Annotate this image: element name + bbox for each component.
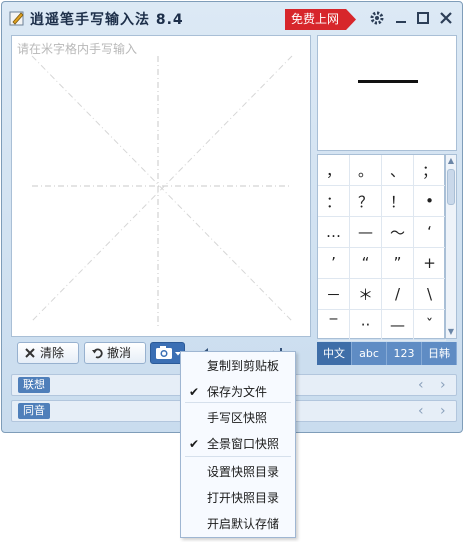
symbol-key[interactable]: 、	[382, 155, 414, 186]
mode-tab[interactable]: abc	[352, 342, 387, 365]
scroll-thumb[interactable]	[447, 169, 455, 205]
menu-item[interactable]: 打开快照目录	[181, 486, 295, 510]
menu-item-label: 设置快照目录	[207, 465, 280, 479]
association-label: 联想	[18, 377, 50, 393]
menu-item-label: 打开快照目录	[207, 491, 280, 505]
pen-icon	[9, 11, 24, 26]
symbol-key[interactable]: ’	[318, 248, 350, 279]
menu-item[interactable]: ✔ 保存为文件	[181, 380, 295, 404]
undo-button[interactable]: 撤消	[84, 342, 146, 364]
scroll-up-icon[interactable]: ▲	[446, 155, 456, 167]
snapshot-menu: 复制到剪贴板 ✔ 保存为文件手写区快照 ✔ 全景窗口快照 设置快照目录 打开快照目录 开启默认…	[180, 351, 296, 538]
symbol-key[interactable]: ”	[382, 248, 414, 279]
symbol-key[interactable]: …	[318, 217, 350, 248]
symbol-scrollbar[interactable]: ▲ ▼	[445, 154, 457, 339]
mode-tab[interactable]: 日韩	[422, 342, 457, 365]
symbol-key[interactable]: “	[350, 248, 382, 279]
homophone-prev-icon[interactable]: ‹	[418, 403, 424, 419]
symbol-key[interactable]: －	[318, 279, 350, 310]
symbol-key[interactable]: ˇ	[414, 310, 446, 341]
homophone-label: 同音	[18, 403, 50, 419]
checkmark-icon: ✔	[189, 437, 200, 451]
symbol-key[interactable]: ～	[382, 217, 414, 248]
undo-label: 撤消	[107, 346, 132, 360]
mode-tab[interactable]: 中文	[317, 342, 352, 365]
handwriting-canvas[interactable]: 请在米字格内手写输入	[11, 35, 311, 337]
undo-icon	[92, 348, 103, 359]
symbol-key[interactable]: ··	[350, 310, 382, 341]
menu-item-label: 手写区快照	[207, 411, 268, 425]
association-next-icon[interactable]: ›	[440, 377, 446, 393]
menu-item[interactable]: 设置快照目录	[181, 460, 295, 484]
menu-item-label: 保存为文件	[207, 385, 268, 399]
clear-label: 清除	[40, 346, 65, 360]
symbol-key[interactable]: ‘	[414, 217, 446, 248]
menu-separator	[185, 456, 291, 457]
title-bar[interactable]: 逍遥笔手写输入法 8.4 免费上网	[2, 2, 462, 34]
symbol-key[interactable]: 。	[350, 155, 382, 186]
homophone-next-icon[interactable]: ›	[440, 403, 446, 419]
association-prev-icon[interactable]: ‹	[418, 377, 424, 393]
recognized-preview[interactable]	[317, 35, 457, 151]
mode-tab[interactable]: 123	[387, 342, 422, 365]
menu-item[interactable]: 手写区快照	[181, 406, 295, 430]
symbol-key[interactable]: ？	[350, 186, 382, 217]
maximize-icon[interactable]	[415, 10, 431, 26]
symbol-key[interactable]: ‾	[318, 310, 350, 341]
menu-item-label: 全景窗口快照	[207, 437, 280, 451]
preview-character	[358, 80, 418, 83]
x-icon	[25, 348, 35, 358]
menu-item[interactable]: 开启默认存储	[181, 512, 295, 536]
mode-tabs: 中文 abc 123 日韩	[317, 342, 457, 365]
free-internet-button[interactable]: 免费上网	[285, 9, 356, 30]
symbol-key[interactable]: /	[382, 279, 414, 310]
menu-item-label: 复制到剪贴板	[207, 359, 280, 373]
checkmark-icon: ✔	[189, 385, 200, 399]
symbol-key[interactable]: —	[382, 310, 414, 341]
symbol-key[interactable]: ：	[318, 186, 350, 217]
symbol-key[interactable]: —	[350, 217, 382, 248]
rice-grid-guides	[31, 55, 293, 326]
close-icon[interactable]	[438, 10, 454, 26]
symbol-key[interactable]: ；	[414, 155, 446, 186]
symbol-key[interactable]: +	[414, 248, 446, 279]
symbol-key[interactable]: •	[414, 186, 446, 217]
minimize-icon[interactable]	[393, 10, 409, 26]
symbol-key[interactable]: ！	[382, 186, 414, 217]
symbol-key[interactable]: \	[414, 279, 446, 310]
menu-item[interactable]: ✔ 全景窗口快照	[181, 432, 295, 456]
menu-item[interactable]: 复制到剪贴板	[181, 354, 295, 378]
scroll-down-icon[interactable]: ▼	[446, 326, 456, 338]
app-title: 逍遥笔手写输入法 8.4	[30, 12, 184, 28]
symbol-key[interactable]: ＊	[350, 279, 382, 310]
symbol-grid: ，。、；：？！ •… — ～ ‘’ “” + －＊ / \ ‾ ·· — ˇ	[317, 154, 446, 341]
symbol-key[interactable]: ，	[318, 155, 350, 186]
gear-icon[interactable]	[369, 10, 385, 26]
menu-item-label: 开启默认存储	[207, 517, 280, 531]
clear-button[interactable]: 清除	[17, 342, 79, 364]
